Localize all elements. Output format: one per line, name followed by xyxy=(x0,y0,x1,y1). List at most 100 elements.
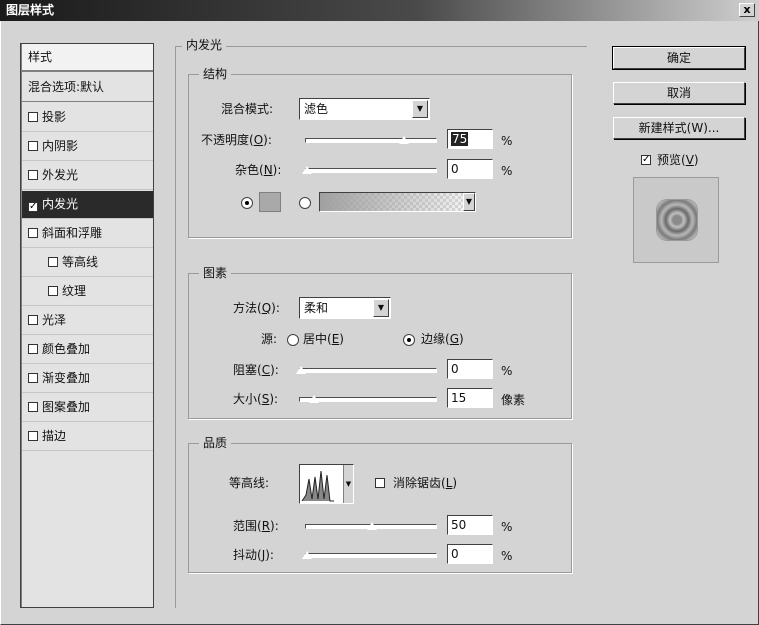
antialias-checkbox[interactable] xyxy=(375,478,385,488)
choke-slider[interactable] xyxy=(294,365,437,375)
style-item[interactable]: 斜面和浮雕 xyxy=(22,220,153,248)
style-item-checkbox[interactable] xyxy=(28,373,38,383)
source-center-label[interactable]: 居中(E) xyxy=(303,330,344,348)
panel-title: 内发光 xyxy=(182,37,227,53)
source-center-radio[interactable] xyxy=(287,334,299,346)
style-item[interactable]: ✓ 内发光 xyxy=(22,191,153,219)
style-item-label: 光泽 xyxy=(42,313,67,327)
size-slider[interactable] xyxy=(299,394,437,404)
noise-slider[interactable] xyxy=(300,165,437,175)
style-item-label: 描边 xyxy=(42,429,67,443)
gradient-picker[interactable]: ▼ xyxy=(319,192,476,212)
style-item-checkbox[interactable] xyxy=(28,112,38,122)
blend-mode-label: 混合模式: xyxy=(221,102,274,116)
size-value: 15 xyxy=(451,391,467,405)
opacity-label: 不透明度(O): xyxy=(201,133,272,147)
style-list-header-label: 样式 xyxy=(28,50,53,64)
style-item-label: 等高线 xyxy=(62,255,99,269)
glow-color-swatch[interactable] xyxy=(259,192,281,212)
chevron-down-icon[interactable]: ▼ xyxy=(343,465,353,503)
inner-glow-panel: 内发光 结构 混合模式: 滤色 ▼ 不透明度(O): 75 % 杂色(N): 0 xyxy=(175,37,587,608)
range-input[interactable]: 50 xyxy=(447,515,493,535)
elements-title: 图素 xyxy=(199,265,232,281)
technique-label: 方法(Q): xyxy=(233,301,280,315)
style-item[interactable]: 等高线 xyxy=(22,249,153,277)
noise-label: 杂色(N): xyxy=(235,163,282,177)
cancel-button[interactable]: 取消 xyxy=(613,82,745,104)
contour-picker[interactable]: ▼ xyxy=(299,464,354,504)
source-edge-label[interactable]: 边缘(G) xyxy=(421,330,464,348)
range-slider-thumb[interactable] xyxy=(365,521,378,531)
style-item-label: 内发光 xyxy=(42,197,79,211)
source-edge-radio[interactable] xyxy=(403,334,415,346)
style-item-checkbox[interactable] xyxy=(48,257,58,267)
style-item-checkbox[interactable] xyxy=(28,402,38,412)
style-item[interactable]: 图案叠加 xyxy=(22,394,153,422)
style-list: 样式 混合选项:默认 投影 内阴影外发光 ✓ 内发光斜面和浮雕等高线纹理光泽颜色叠加渐… xyxy=(20,43,154,608)
noise-slider-thumb[interactable] xyxy=(300,165,313,175)
size-slider-thumb[interactable] xyxy=(308,394,321,404)
range-label: 范围(R): xyxy=(233,519,279,533)
style-list-header[interactable]: 样式 xyxy=(22,44,153,72)
style-item[interactable]: 渐变叠加 xyxy=(22,365,153,393)
style-item-checkbox[interactable] xyxy=(28,228,38,238)
antialias-label[interactable]: 消除锯齿(L) xyxy=(393,474,457,492)
preview-swatch xyxy=(657,200,697,240)
size-unit: 像素 xyxy=(501,393,526,407)
close-button[interactable]: x xyxy=(739,3,755,17)
style-item[interactable]: 内阴影 xyxy=(22,133,153,161)
chevron-down-icon: ▼ xyxy=(412,100,428,118)
gradient-fill-radio[interactable] xyxy=(299,197,311,209)
range-unit: % xyxy=(501,520,513,534)
choke-input[interactable]: 0 xyxy=(447,359,493,379)
noise-input[interactable]: 0 xyxy=(447,159,493,179)
style-item[interactable]: 描边 xyxy=(22,423,153,451)
noise-value: 0 xyxy=(451,162,459,176)
style-item-checkbox[interactable] xyxy=(28,344,38,354)
noise-unit: % xyxy=(501,164,513,178)
ok-button[interactable]: 确定 xyxy=(612,46,746,70)
style-item-checkbox[interactable] xyxy=(28,315,38,325)
layer-style-dialog: 样式 混合选项:默认 投影 内阴影外发光 ✓ 内发光斜面和浮雕等高线纹理光泽颜色叠加渐… xyxy=(0,21,759,625)
style-item-checkbox[interactable] xyxy=(28,141,38,151)
style-item-checkbox[interactable]: ✓ xyxy=(28,202,38,212)
chevron-down-icon[interactable]: ▼ xyxy=(463,193,475,211)
structure-group: 结构 混合模式: 滤色 ▼ 不透明度(O): 75 % 杂色(N): 0 % ▼ xyxy=(188,66,572,238)
jitter-label: 抖动(J): xyxy=(233,548,274,562)
preview-checkbox[interactable]: ✓ xyxy=(641,155,651,165)
style-item-checkbox[interactable] xyxy=(48,286,58,296)
blend-mode-select[interactable]: 滤色 ▼ xyxy=(299,98,430,120)
style-item-checkbox[interactable] xyxy=(28,170,38,180)
style-item[interactable]: 纹理 xyxy=(22,278,153,306)
style-item-checkbox[interactable] xyxy=(28,431,38,441)
color-fill-radio[interactable] xyxy=(241,197,253,209)
jitter-slider-thumb[interactable] xyxy=(300,550,313,560)
size-input[interactable]: 15 xyxy=(447,388,493,408)
new-style-button[interactable]: 新建样式(W)... xyxy=(613,117,745,139)
contour-preview-icon xyxy=(301,470,334,502)
range-slider[interactable] xyxy=(305,521,437,531)
technique-value: 柔和 xyxy=(304,301,329,315)
source-label: 源: xyxy=(261,332,278,346)
jitter-slider[interactable] xyxy=(300,550,437,560)
style-item[interactable]: 外发光 xyxy=(22,162,153,190)
style-item-label: 斜面和浮雕 xyxy=(42,226,103,240)
style-item-label: 外发光 xyxy=(42,168,79,182)
preview-label[interactable]: 预览(V) xyxy=(657,151,699,169)
size-label: 大小(S): xyxy=(233,392,279,406)
style-item-label: 纹理 xyxy=(62,284,87,298)
technique-select[interactable]: 柔和 ▼ xyxy=(299,297,391,319)
opacity-input[interactable]: 75 xyxy=(447,129,493,149)
blending-options-label: 混合选项:默认 xyxy=(28,80,105,94)
quality-group: 品质 等高线: ▼ 消除锯齿(L) 范围(R): 50 % 抖动(J): 0 % xyxy=(188,435,572,573)
style-item[interactable]: 投影 xyxy=(22,104,153,132)
style-item[interactable]: 光泽 xyxy=(22,307,153,335)
blending-options-item[interactable]: 混合选项:默认 xyxy=(22,74,153,102)
title-bar: 图层样式 x xyxy=(0,0,759,21)
jitter-input[interactable]: 0 xyxy=(447,544,493,564)
opacity-slider-thumb[interactable] xyxy=(398,135,410,145)
style-item-label: 图案叠加 xyxy=(42,400,91,414)
opacity-slider[interactable] xyxy=(305,135,437,145)
choke-slider-thumb[interactable] xyxy=(294,365,307,375)
style-item[interactable]: 颜色叠加 xyxy=(22,336,153,364)
